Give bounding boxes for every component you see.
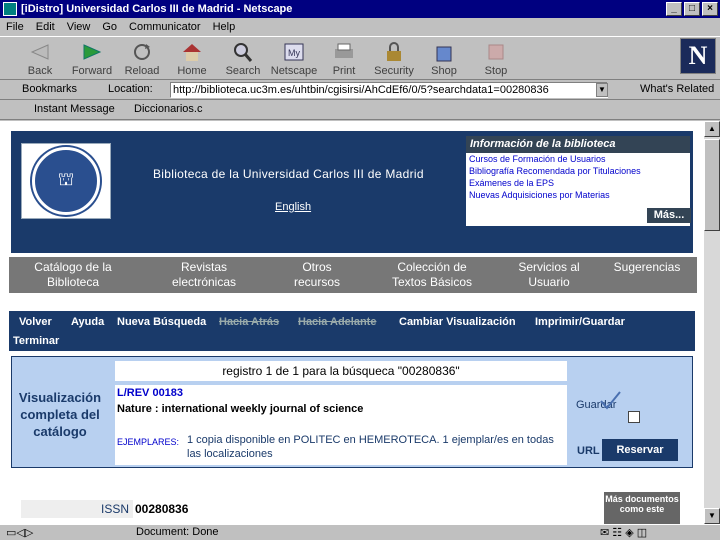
nav-servicios[interactable]: Servicios al Usuario bbox=[501, 257, 597, 293]
menu-help[interactable]: Help bbox=[213, 21, 236, 33]
nueva-busqueda-button[interactable]: Nueva Búsqueda bbox=[117, 316, 206, 328]
printer-icon bbox=[335, 43, 353, 58]
netscape-logo[interactable]: N bbox=[680, 38, 716, 74]
view-title: Visualización completa del catálogo bbox=[18, 390, 102, 439]
url-input[interactable]: http://biblioteca.uc3m.es/uhtbin/cgisirs… bbox=[170, 82, 608, 98]
search-icon bbox=[234, 43, 253, 62]
svg-text:My: My bbox=[288, 48, 300, 58]
scroll-down-icon[interactable]: ▼ bbox=[704, 508, 720, 524]
location-bar: Bookmarks Location: http://biblioteca.uc… bbox=[0, 80, 720, 100]
menu-go[interactable]: Go bbox=[102, 21, 117, 33]
menu-communicator[interactable]: Communicator bbox=[129, 21, 201, 33]
reload-icon bbox=[134, 44, 150, 60]
imprimir-guardar-button[interactable]: Imprimir/Guardar bbox=[535, 316, 625, 328]
university-seal-icon: ⛫ bbox=[32, 147, 100, 215]
action-bar: Volver Ayuda Nueva Búsqueda Hacia Atrás … bbox=[9, 311, 695, 351]
menu-file[interactable]: File bbox=[6, 21, 24, 33]
security-button[interactable]: Security bbox=[368, 39, 420, 79]
ejemplares-text: 1 copia disponible en POLITEC en HEMEROT… bbox=[187, 434, 554, 460]
mas-button[interactable]: Más... bbox=[647, 208, 691, 223]
guardar-checkbox[interactable] bbox=[628, 411, 640, 423]
search-button[interactable]: Search bbox=[217, 39, 269, 79]
home-icon bbox=[183, 44, 201, 61]
component-bar-icons: ✉ ☷ ◈ ◫ bbox=[600, 527, 648, 539]
scroll-thumb[interactable] bbox=[704, 139, 720, 231]
library-title: Biblioteca de la Universidad Carlos III … bbox=[153, 167, 424, 181]
info-panel-title: Información de la biblioteca bbox=[466, 136, 690, 153]
info-link[interactable]: Exámenes de la EPS bbox=[466, 177, 690, 189]
ejemplares-label: EJEMPLARES: bbox=[117, 437, 180, 447]
ayuda-button[interactable]: Ayuda bbox=[71, 316, 104, 328]
connection-icon: ▭◁▷ bbox=[6, 527, 34, 539]
record-box: L/REV 00183 Nature : international weekl… bbox=[115, 385, 567, 465]
print-button[interactable]: Print bbox=[318, 39, 370, 79]
hacia-atras-button: Hacia Atrás bbox=[219, 316, 280, 328]
shop-button[interactable]: Shop bbox=[418, 39, 470, 79]
university-logo: ⛫ bbox=[21, 143, 111, 219]
netscape-window-icon bbox=[3, 2, 17, 16]
back-button[interactable]: Back bbox=[14, 39, 66, 79]
nav-catalogo[interactable]: Catálogo de la Biblioteca bbox=[9, 257, 137, 293]
nav-sugerencias[interactable]: Sugerencias bbox=[597, 257, 697, 293]
stop-button[interactable]: Stop bbox=[470, 39, 522, 79]
main-nav: Catálogo de la Biblioteca Revistas electró… bbox=[9, 257, 697, 293]
terminar-button[interactable]: Terminar bbox=[13, 335, 59, 347]
results-panel: Visualización completa del catálogo regi… bbox=[11, 356, 693, 468]
menu-bar: File Edit View Go Communicator Help bbox=[0, 18, 720, 36]
nav-revistas[interactable]: Revistas electrónicas bbox=[137, 257, 271, 293]
status-bar: ▭◁▷ Document: Done ✉ ☷ ◈ ◫ bbox=[0, 524, 720, 540]
diccionarios-link[interactable]: Diccionarios.c bbox=[134, 103, 202, 115]
cambiar-visualizacion-button[interactable]: Cambiar Visualización bbox=[399, 316, 516, 328]
issn-value: 00280836 bbox=[133, 500, 549, 518]
chevron-down-icon[interactable]: ▼ bbox=[596, 83, 608, 97]
menu-edit[interactable]: Edit bbox=[36, 21, 55, 33]
info-link[interactable]: Bibliografía Recomendada por Titulacione… bbox=[466, 165, 690, 177]
netscape-button[interactable]: My Netscape bbox=[268, 39, 320, 79]
location-label: Location: bbox=[108, 83, 153, 95]
journal-title: Nature : international weekly journal of… bbox=[117, 403, 364, 415]
netscape-my-icon: My bbox=[284, 43, 304, 61]
page-content: ⛫ Biblioteca de la Universidad Carlos II… bbox=[0, 121, 704, 524]
reservar-button[interactable]: Reservar bbox=[602, 439, 678, 461]
maximize-button[interactable]: □ bbox=[684, 2, 700, 16]
english-link[interactable]: English bbox=[275, 201, 311, 213]
instant-message-link[interactable]: Instant Message bbox=[34, 103, 115, 115]
menu-view[interactable]: View bbox=[67, 21, 91, 33]
shopping-bag-icon bbox=[436, 46, 452, 62]
issn-row: ISSN 00280836 bbox=[21, 500, 549, 518]
bookmarks-button[interactable]: Bookmarks bbox=[22, 83, 77, 95]
reload-button[interactable]: Reload bbox=[116, 39, 168, 79]
hacia-adelante-button: Hacia Adelante bbox=[298, 316, 377, 328]
window-title: [iDistro] Universidad Carlos III de Madr… bbox=[21, 3, 293, 15]
navigation-toolbar: Back Forward Reload Home Search My Netsca… bbox=[0, 36, 720, 80]
stop-icon bbox=[488, 44, 504, 60]
whats-related-button[interactable]: What's Related bbox=[640, 83, 714, 95]
vertical-scrollbar[interactable]: ▲ ▼ bbox=[704, 121, 720, 524]
volver-button[interactable]: Volver bbox=[19, 316, 52, 328]
back-arrow-icon bbox=[30, 44, 49, 60]
forward-button[interactable]: Forward bbox=[66, 39, 118, 79]
info-link[interactable]: Cursos de Formación de Usuarios bbox=[466, 153, 690, 165]
nav-otros[interactable]: Otros recursos bbox=[271, 257, 363, 293]
issn-label: ISSN bbox=[101, 502, 130, 516]
personal-toolbar: Instant Message Diccionarios.c bbox=[0, 100, 720, 120]
minimize-button[interactable]: _ bbox=[666, 2, 682, 16]
call-number: L/REV 00183 bbox=[117, 387, 184, 399]
info-link[interactable]: Nuevas Adquisiciones por Materias bbox=[466, 189, 690, 201]
close-button[interactable]: × bbox=[702, 2, 718, 16]
lock-icon bbox=[387, 42, 401, 61]
library-header: ⛫ Biblioteca de la Universidad Carlos II… bbox=[11, 131, 693, 253]
window-titlebar: [iDistro] Universidad Carlos III de Madr… bbox=[0, 0, 720, 18]
status-text: Document: Done bbox=[136, 526, 219, 538]
mas-documentos-button[interactable]: Más documentos como este bbox=[604, 492, 680, 524]
scroll-up-icon[interactable]: ▲ bbox=[704, 121, 720, 137]
url-label[interactable]: URL bbox=[577, 445, 600, 457]
record-count: registro 1 de 1 para la búsqueca "002808… bbox=[115, 361, 567, 381]
checkmark-icon bbox=[600, 391, 621, 410]
forward-arrow-icon bbox=[83, 44, 102, 60]
nav-coleccion[interactable]: Colección de Textos Básicos bbox=[363, 257, 501, 293]
home-button[interactable]: Home bbox=[166, 39, 218, 79]
